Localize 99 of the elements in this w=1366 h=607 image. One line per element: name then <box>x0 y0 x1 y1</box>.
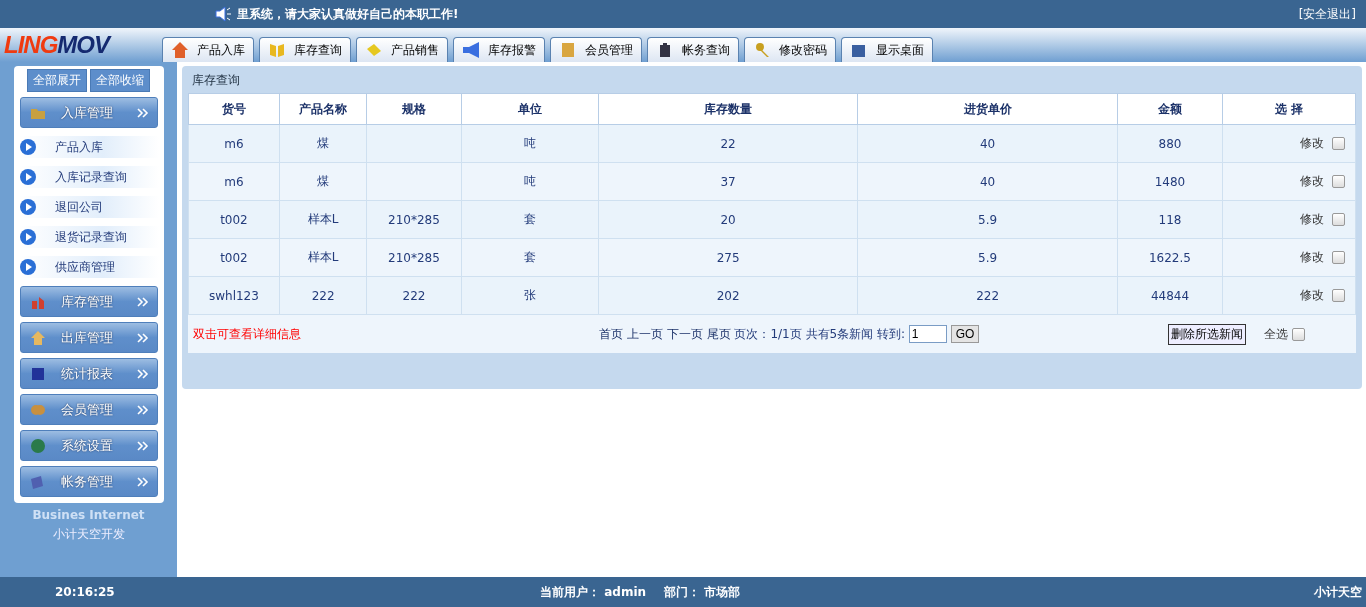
column-header: 规格 <box>366 93 462 125</box>
table-cell: 张 <box>523 288 536 302</box>
house-icon <box>171 41 189 59</box>
table-cell: 吨 <box>523 174 536 188</box>
edit-link[interactable]: 修改 <box>1300 136 1325 150</box>
book-icon <box>268 41 286 59</box>
panel-title: 库存查询 <box>192 72 241 89</box>
footer-caption: Busines Internet <box>32 508 145 522</box>
column-header: 金额 <box>1117 93 1223 125</box>
table-cell: 880 <box>1158 136 1182 151</box>
column-header: 单位 <box>461 93 599 125</box>
table-cell: 44844 <box>1150 288 1190 303</box>
table-cell: 5.9 <box>978 212 998 227</box>
hint-text: 双击可查看详细信息 <box>192 326 301 341</box>
nav-tab[interactable]: 帐务查询 <box>647 37 739 62</box>
nav-tab[interactable]: 会员管理 <box>550 37 642 62</box>
table-cell: 5.9 <box>978 250 998 265</box>
user-label: 当前用户： <box>540 584 600 599</box>
table-cell: t002 <box>220 250 248 265</box>
select-all-checkbox[interactable] <box>1291 327 1305 341</box>
column-header: 选 择 <box>1222 93 1356 125</box>
edit-link[interactable]: 修改 <box>1300 212 1325 226</box>
prev-page-link[interactable]: 上一页 <box>626 327 663 341</box>
play-icon <box>18 258 37 276</box>
table-cell: 118 <box>1158 212 1182 227</box>
play-icon <box>18 198 37 216</box>
table-cell: 套 <box>523 212 536 226</box>
nav-tab[interactable]: 库存查询 <box>259 37 351 62</box>
column-header: 进货单价 <box>857 93 1118 125</box>
table-cell: 1480 <box>1154 174 1186 189</box>
column-header: 库存数量 <box>598 93 858 125</box>
table-cell: 40 <box>980 136 996 151</box>
table-cell: 222 <box>402 288 426 303</box>
chevron-icon <box>136 404 149 415</box>
go-button[interactable]: GO <box>950 325 980 343</box>
table-cell: 套 <box>523 250 536 264</box>
dept-name: 市场部 <box>704 584 741 599</box>
table-cell: swhl123 <box>208 288 259 303</box>
table-cell: m6 <box>224 136 244 151</box>
chevron-icon <box>136 107 149 118</box>
edit-link[interactable]: 修改 <box>1300 250 1325 264</box>
table-cell: 210*285 <box>388 250 440 265</box>
row-checkbox[interactable] <box>1332 251 1345 264</box>
play-icon <box>18 228 37 246</box>
delete-button[interactable]: 删除所选新闻 <box>1168 323 1247 345</box>
nav-tab[interactable]: 显示桌面 <box>841 37 933 62</box>
table-cell: 275 <box>716 250 740 265</box>
table-cell: 202 <box>716 288 740 303</box>
column-header: 货号 <box>188 93 280 125</box>
table-cell: 22 <box>720 136 736 151</box>
table-cell: 210*285 <box>388 212 440 227</box>
last-page-link[interactable]: 尾页 <box>706 327 731 341</box>
table-cell: 40 <box>980 174 996 189</box>
table-cell: 样本L <box>307 250 339 264</box>
edit-link[interactable]: 修改 <box>1300 174 1325 188</box>
nav-tab[interactable]: 修改密码 <box>744 37 836 62</box>
next-page-link[interactable]: 下一页 <box>666 327 703 341</box>
page-info: 页次：1/1页 共有5条新闻 转到: <box>734 327 905 341</box>
select-all-label: 全选 <box>1263 326 1288 341</box>
table-cell: 1622.5 <box>1148 250 1191 265</box>
dept-label: 部门： <box>664 584 701 599</box>
play-icon <box>18 138 37 156</box>
row-checkbox[interactable] <box>1332 137 1345 150</box>
table-cell: 煤 <box>317 136 330 150</box>
table-cell: 37 <box>720 174 736 189</box>
logout-link[interactable]: [安全退出] <box>1298 5 1356 23</box>
table-cell: 222 <box>976 288 1000 303</box>
row-checkbox[interactable] <box>1332 213 1345 226</box>
page-input[interactable]: 1 <box>908 325 947 343</box>
user-name: admin <box>604 584 647 599</box>
table-cell: m6 <box>224 174 244 189</box>
chevron-icon <box>136 296 149 307</box>
table-cell: t002 <box>220 212 248 227</box>
status-credit: 小计天空 <box>1314 583 1363 601</box>
notice-text: 里系统，请大家认真做好自己的本职工作! <box>237 5 459 23</box>
first-page-link[interactable]: 首页 <box>599 327 624 341</box>
edit-link[interactable]: 修改 <box>1300 288 1325 302</box>
logo: LINGMOV <box>0 31 162 59</box>
chevron-icon <box>136 440 149 451</box>
table-cell: 煤 <box>317 174 330 188</box>
row-checkbox[interactable] <box>1332 175 1345 188</box>
play-icon <box>18 168 37 186</box>
nav-tab[interactable]: 产品销售 <box>356 37 448 62</box>
nav-tab[interactable]: 库存报警 <box>453 37 545 62</box>
table-cell: 222 <box>311 288 335 303</box>
chevron-icon <box>136 368 149 379</box>
nav-tab[interactable]: 产品入库 <box>162 37 254 62</box>
speaker-icon <box>215 6 233 22</box>
table-cell: 样本L <box>307 212 339 226</box>
footer-credit: 小计天空开发 <box>52 526 125 543</box>
clock-text: 20:16:25 <box>54 585 116 599</box>
chevron-icon <box>136 332 149 343</box>
column-header: 产品名称 <box>279 93 367 125</box>
row-checkbox[interactable] <box>1332 289 1345 302</box>
table-cell: 20 <box>720 212 736 227</box>
chevron-icon <box>136 476 149 487</box>
key-icon <box>753 41 771 59</box>
speaker-icon <box>462 41 480 59</box>
table-cell: 吨 <box>523 136 536 150</box>
